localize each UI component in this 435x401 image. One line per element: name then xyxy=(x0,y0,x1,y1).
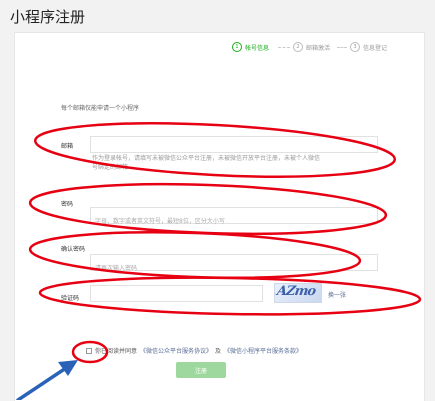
captcha-input[interactable] xyxy=(91,292,270,307)
step-number-3: 3 xyxy=(350,42,360,52)
agreement-and: 及 xyxy=(215,348,222,355)
refresh-captcha-link[interactable]: 换一张 xyxy=(328,290,346,299)
agreement-prefix: 你已阅读并同意 xyxy=(95,348,138,355)
captcha-label: 验证码 xyxy=(61,295,80,302)
step-number-1: 1 xyxy=(232,42,242,52)
step-indicator: 1 帐号信息 2 邮箱激活 3 信息登记 xyxy=(0,42,435,56)
step-label-account-info: 帐号信息 xyxy=(245,44,270,52)
captcha-image[interactable]: AZmo xyxy=(274,283,322,303)
password-input[interactable] xyxy=(91,214,385,229)
service-agreement-link[interactable]: 《微信公众平台服务协议》 xyxy=(140,346,212,355)
step-label-email-activation: 邮箱激活 xyxy=(306,44,331,52)
intro-text: 每个邮箱仅能申请一个小程序 xyxy=(61,105,140,112)
page-title: 小程序注册 xyxy=(10,8,86,26)
register-button[interactable]: 注册 xyxy=(176,362,226,378)
email-label: 邮箱 xyxy=(61,143,74,150)
step-email-activation: 2 邮箱激活 xyxy=(293,42,330,52)
agreement-checkbox[interactable] xyxy=(86,347,92,354)
confirm-password-field-box xyxy=(90,254,385,276)
step-info-registration: 3 信息登记 xyxy=(350,42,387,52)
step-account-info: 1 帐号信息 xyxy=(232,42,269,52)
captcha-image-text: AZmo xyxy=(275,284,317,299)
step-number-2: 2 xyxy=(293,42,303,52)
step-label-info-registration: 信息登记 xyxy=(363,44,388,52)
step-divider xyxy=(278,47,290,48)
captcha-field-box xyxy=(90,285,270,307)
password-label: 密码 xyxy=(61,201,74,208)
password-field-box xyxy=(90,207,385,229)
step-divider xyxy=(337,47,347,48)
email-field-box xyxy=(90,136,385,158)
email-hint: 作为登录帐号，请填写未被微信公众平台注册，未被微信开放平台注册，未被个人微信号绑… xyxy=(92,155,321,171)
confirm-password-input[interactable] xyxy=(91,261,385,276)
service-terms-link[interactable]: 《微信小程序平台服务条款》 xyxy=(224,346,302,355)
agreement-row: 你已阅读并同意 《微信公众平台服务协议》 及 《微信小程序平台服务条款》 xyxy=(86,346,302,355)
confirm-password-label: 确认密码 xyxy=(61,246,86,253)
